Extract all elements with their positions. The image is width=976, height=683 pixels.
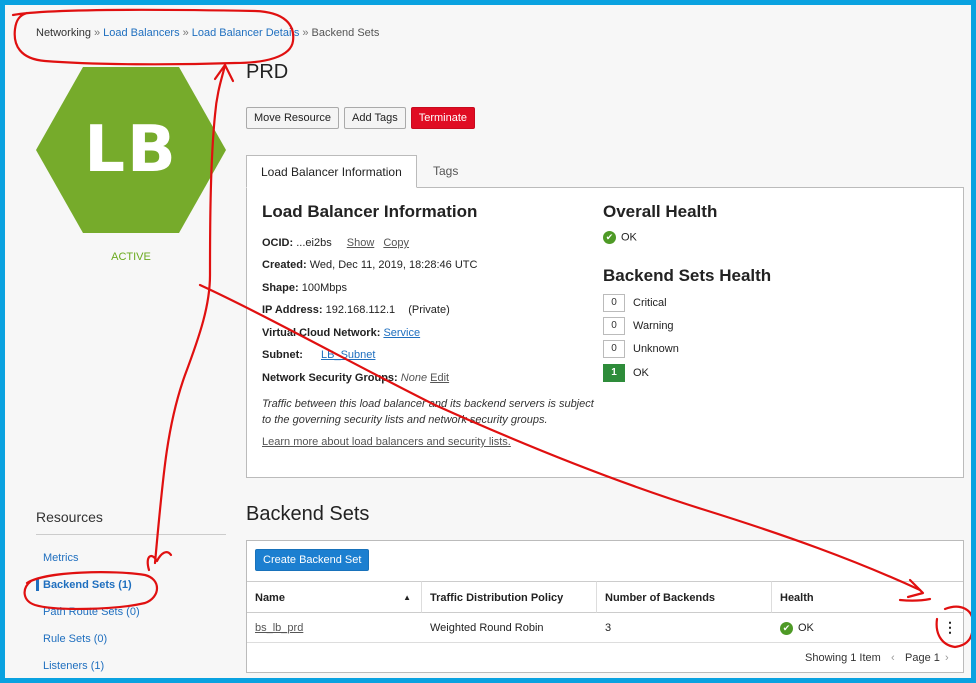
- column-header-policy: Traffic Distribution Policy: [422, 581, 597, 613]
- tab-load-balancer-information[interactable]: Load Balancer Information: [246, 155, 417, 188]
- column-header-backends: Number of Backends: [597, 581, 772, 613]
- subnet-link[interactable]: LB_Subnet: [321, 349, 375, 361]
- backend-set-count: 3: [605, 622, 612, 634]
- resources-title: Resources: [36, 509, 103, 525]
- nsg-label: Network Security Groups:: [262, 372, 398, 384]
- info-heading: Load Balancer Information: [262, 202, 478, 221]
- overall-health-value: OK: [621, 231, 637, 244]
- breadcrumb-load-balancers[interactable]: Load Balancers: [103, 27, 179, 39]
- unknown-label: Unknown: [633, 342, 679, 355]
- breadcrumb: Networking» Load Balancers» Load Balancer …: [36, 27, 380, 39]
- row-actions-kebab-icon[interactable]: ⋮: [943, 620, 957, 634]
- check-circle-icon: ✔: [603, 231, 616, 244]
- overall-health-heading: Overall Health: [603, 202, 718, 221]
- sort-up-icon[interactable]: ▲: [403, 582, 411, 614]
- sidebar-item-backend-sets[interactable]: Backend Sets (1): [36, 579, 132, 591]
- nsg-value: None: [400, 372, 428, 384]
- created-value: Wed, Dec 11, 2019, 18:28:46 UTC: [309, 259, 478, 271]
- console-frame: Networking» Load Balancers» Load Balancer …: [0, 0, 976, 683]
- shape-value: 100Mbps: [301, 282, 348, 294]
- ip-value: 192.168.112.1: [325, 304, 396, 316]
- sidebar-item-rule-sets[interactable]: Rule Sets (0): [43, 633, 107, 645]
- showing-count: Showing 1 Item: [805, 652, 881, 664]
- backend-sets-table: Create Backend Set Name ▲ Traffic Distri…: [246, 540, 964, 673]
- status-badge: ACTIVE: [111, 251, 151, 263]
- nsg-edit-link[interactable]: Edit: [430, 372, 449, 384]
- breadcrumb-current: Backend Sets: [311, 27, 380, 39]
- ocid-label: OCID:: [262, 237, 294, 249]
- ok-count: 1: [603, 364, 625, 382]
- sidebar-item-path-route-sets[interactable]: Path Route Sets (0): [43, 606, 140, 618]
- backend-sets-title: Backend Sets: [246, 503, 370, 525]
- action-bar: Move Resource Add Tags Terminate: [246, 107, 476, 129]
- unknown-count: 0: [603, 340, 625, 358]
- backend-set-health: ✔ OK: [772, 613, 814, 643]
- subnet-label: Subnet:: [262, 349, 303, 361]
- health-unknown: 0 Unknown: [603, 340, 679, 358]
- warning-count: 0: [603, 317, 625, 335]
- critical-label: Critical: [633, 296, 667, 309]
- info-panel: Load Balancer Information OCID: ...ei2bs…: [246, 187, 964, 478]
- column-name-label: Name: [255, 592, 285, 604]
- vcn-row: Virtual Cloud Network: Service: [262, 327, 420, 339]
- backend-set-health-value: OK: [798, 622, 814, 634]
- ip-label: IP Address:: [262, 304, 323, 316]
- page-indicator: Page 1: [905, 652, 940, 664]
- shape-row: Shape: 100Mbps: [262, 282, 347, 294]
- ocid-copy-link[interactable]: Copy: [383, 237, 409, 249]
- ip-row: IP Address: 192.168.112.1 (Private): [262, 304, 450, 316]
- created-label: Created:: [262, 259, 307, 271]
- critical-count: 0: [603, 294, 625, 312]
- ocid-value: ...ei2bs: [296, 237, 332, 249]
- add-tags-button[interactable]: Add Tags: [344, 107, 406, 129]
- vcn-label: Virtual Cloud Network:: [262, 327, 381, 339]
- overall-health-status: ✔ OK: [603, 231, 637, 244]
- tab-tags[interactable]: Tags: [419, 155, 472, 188]
- backend-set-policy: Weighted Round Robin: [430, 622, 544, 634]
- hexagon-badge-text: LB: [84, 113, 178, 187]
- terminate-button[interactable]: Terminate: [410, 107, 476, 129]
- learn-more-link[interactable]: Learn more about load balancers and secu…: [262, 436, 511, 448]
- breadcrumb-networking[interactable]: Networking: [36, 27, 91, 39]
- nsg-row: Network Security Groups: None Edit: [262, 372, 449, 384]
- prev-page-icon[interactable]: ‹: [891, 652, 895, 664]
- ocid-row: OCID: ...ei2bs Show Copy: [262, 237, 409, 249]
- vcn-link[interactable]: Service: [383, 327, 420, 339]
- ip-type: (Private): [408, 304, 450, 316]
- load-balancer-hexagon-icon: LB: [36, 67, 226, 233]
- warning-label: Warning: [633, 319, 674, 332]
- backend-sets-health-heading: Backend Sets Health: [603, 266, 772, 285]
- created-row: Created: Wed, Dec 11, 2019, 18:28:46 UTC: [262, 259, 477, 271]
- security-note: Traffic between this load balancer and i…: [262, 398, 594, 426]
- column-header-health: Health: [772, 581, 963, 613]
- backend-set-name-link[interactable]: bs_lb_prd: [247, 613, 303, 643]
- page-title: PRD: [246, 61, 367, 84]
- sidebar-item-metrics[interactable]: Metrics: [43, 552, 78, 564]
- health-warning: 0 Warning: [603, 317, 674, 335]
- sidebar-item-listeners[interactable]: Listeners (1): [43, 660, 104, 672]
- shape-label: Shape:: [262, 282, 299, 294]
- page-title-text: PRD: [246, 61, 289, 83]
- move-resource-button[interactable]: Move Resource: [246, 107, 340, 129]
- redacted-block: [288, 64, 367, 81]
- health-critical: 0 Critical: [603, 294, 667, 312]
- breadcrumb-load-balancer-details[interactable]: Load Balancer Details: [192, 27, 300, 39]
- ocid-show-link[interactable]: Show: [347, 237, 375, 249]
- create-backend-set-button[interactable]: Create Backend Set: [255, 549, 370, 571]
- check-circle-icon: ✔: [780, 621, 793, 635]
- next-page-icon[interactable]: ›: [945, 652, 949, 664]
- column-header-name[interactable]: Name ▲: [247, 581, 422, 613]
- health-ok: 1 OK: [603, 364, 649, 382]
- resources-divider: [36, 534, 226, 535]
- ok-label: OK: [633, 366, 649, 379]
- subnet-row: Subnet: LB_Subnet: [262, 349, 375, 361]
